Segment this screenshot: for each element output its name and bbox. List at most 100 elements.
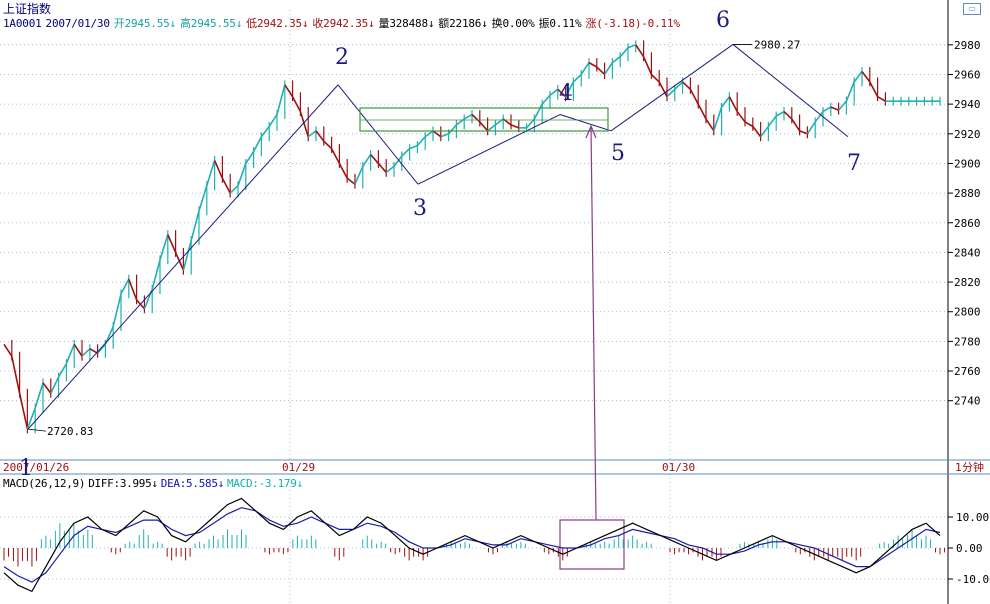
macd-tick-label: 10.00 xyxy=(956,511,989,524)
price-segment xyxy=(487,124,496,132)
price-segment xyxy=(799,130,808,135)
price-segment xyxy=(822,106,832,113)
price-segment xyxy=(323,140,333,150)
price-segment xyxy=(401,148,411,157)
price-segment xyxy=(440,133,449,138)
price-segment xyxy=(198,185,208,212)
price-tick-label: 2880 xyxy=(954,187,981,200)
price-segment xyxy=(682,81,691,90)
price-tick-label: 2900 xyxy=(954,157,981,170)
price-segment xyxy=(338,163,348,179)
price-segment xyxy=(65,344,75,364)
price-segment xyxy=(447,124,458,135)
price-segment xyxy=(362,154,372,167)
price-segment xyxy=(720,96,731,108)
macd-tick-label: -10.00 xyxy=(956,573,990,586)
price-tick-label: 2840 xyxy=(954,246,981,259)
price-segment xyxy=(853,71,863,83)
price-segment xyxy=(783,110,793,120)
period-label: 1分钟 xyxy=(955,460,984,474)
price-segment xyxy=(432,130,442,138)
price-segment xyxy=(11,356,21,394)
date-label: 01/29 xyxy=(282,461,315,474)
price-segment xyxy=(50,376,60,394)
price-segment xyxy=(861,71,871,83)
low-annotation-line xyxy=(27,428,47,432)
price-segment xyxy=(650,73,660,83)
price-segment xyxy=(120,278,130,295)
price-segment xyxy=(767,115,777,127)
low-annotation: 2720.83 xyxy=(47,425,93,438)
price-segment xyxy=(213,160,224,179)
price-segment xyxy=(627,44,637,49)
price-tick-label: 2860 xyxy=(954,217,981,230)
high-annotation: 2980.27 xyxy=(754,38,800,51)
price-segment xyxy=(830,106,839,111)
price-segment xyxy=(845,81,855,102)
price-segment xyxy=(3,343,13,357)
price-tick-label: 2960 xyxy=(954,68,981,81)
price-segment xyxy=(697,103,707,120)
price-segment xyxy=(424,130,434,138)
price-segment xyxy=(284,84,294,98)
macd-tick-label: 0.00 xyxy=(956,542,983,555)
price-segment xyxy=(713,106,723,132)
price-segment xyxy=(689,88,699,105)
price-segment xyxy=(354,166,364,185)
price-segment xyxy=(393,155,403,167)
price-segment xyxy=(619,47,629,58)
price-segment xyxy=(167,234,177,253)
wave-line xyxy=(732,44,849,138)
price-segment xyxy=(409,144,418,150)
pointer-line xyxy=(590,127,597,521)
price-tick-label: 2760 xyxy=(954,365,981,378)
price-segment xyxy=(377,162,387,173)
wave-line xyxy=(337,84,419,185)
price-segment xyxy=(471,113,481,123)
price-segment xyxy=(611,56,621,64)
price-segment xyxy=(252,136,263,152)
wave-label-5: 5 xyxy=(611,141,625,166)
wave-label-6: 6 xyxy=(716,8,730,33)
price-tick-label: 2800 xyxy=(954,306,981,319)
dea-text: DEA:5.585↓ xyxy=(160,477,225,490)
price-tick-label: 2980 xyxy=(954,39,981,52)
price-segment xyxy=(268,114,278,127)
price-segment xyxy=(159,234,169,261)
price-segment xyxy=(276,84,286,115)
price-segment xyxy=(791,118,801,132)
price-segment xyxy=(416,136,426,147)
macd-bar: MACD(26,12,9) DIFF:3.995↓ DEA:5.585↓ MACD:-… xyxy=(3,477,306,490)
price-segment xyxy=(603,62,614,75)
price-segment xyxy=(73,343,83,357)
price-segment xyxy=(291,96,302,112)
price-segment xyxy=(346,177,356,185)
price-segment xyxy=(237,163,247,186)
price-segment xyxy=(221,177,231,194)
wave-label-2: 2 xyxy=(335,45,349,70)
price-segment xyxy=(385,165,395,173)
price-segment xyxy=(837,100,848,111)
price-segment xyxy=(81,348,91,357)
price-segment xyxy=(112,293,122,327)
price-segment xyxy=(752,125,762,138)
price-segment xyxy=(541,94,551,105)
price-tick-label: 2780 xyxy=(954,335,981,348)
price-segment xyxy=(206,160,216,186)
price-segment xyxy=(736,111,746,123)
date-label: 2007/01/26 xyxy=(3,461,69,474)
price-segment xyxy=(775,110,785,117)
price-tick-label: 2940 xyxy=(954,98,981,111)
wave-line xyxy=(417,114,561,185)
price-segment xyxy=(479,121,489,132)
price-tick-label: 2740 xyxy=(954,395,981,408)
price-segment xyxy=(229,185,239,194)
wave-label-4: 4 xyxy=(559,81,573,106)
price-segment xyxy=(151,259,161,290)
wave-line xyxy=(559,114,612,132)
price-segment xyxy=(806,121,816,135)
price-segment xyxy=(260,125,270,138)
price-tick-label: 2820 xyxy=(954,276,981,289)
macd-text: MACD:-3.179↓ xyxy=(227,477,303,490)
price-segment xyxy=(369,154,380,164)
